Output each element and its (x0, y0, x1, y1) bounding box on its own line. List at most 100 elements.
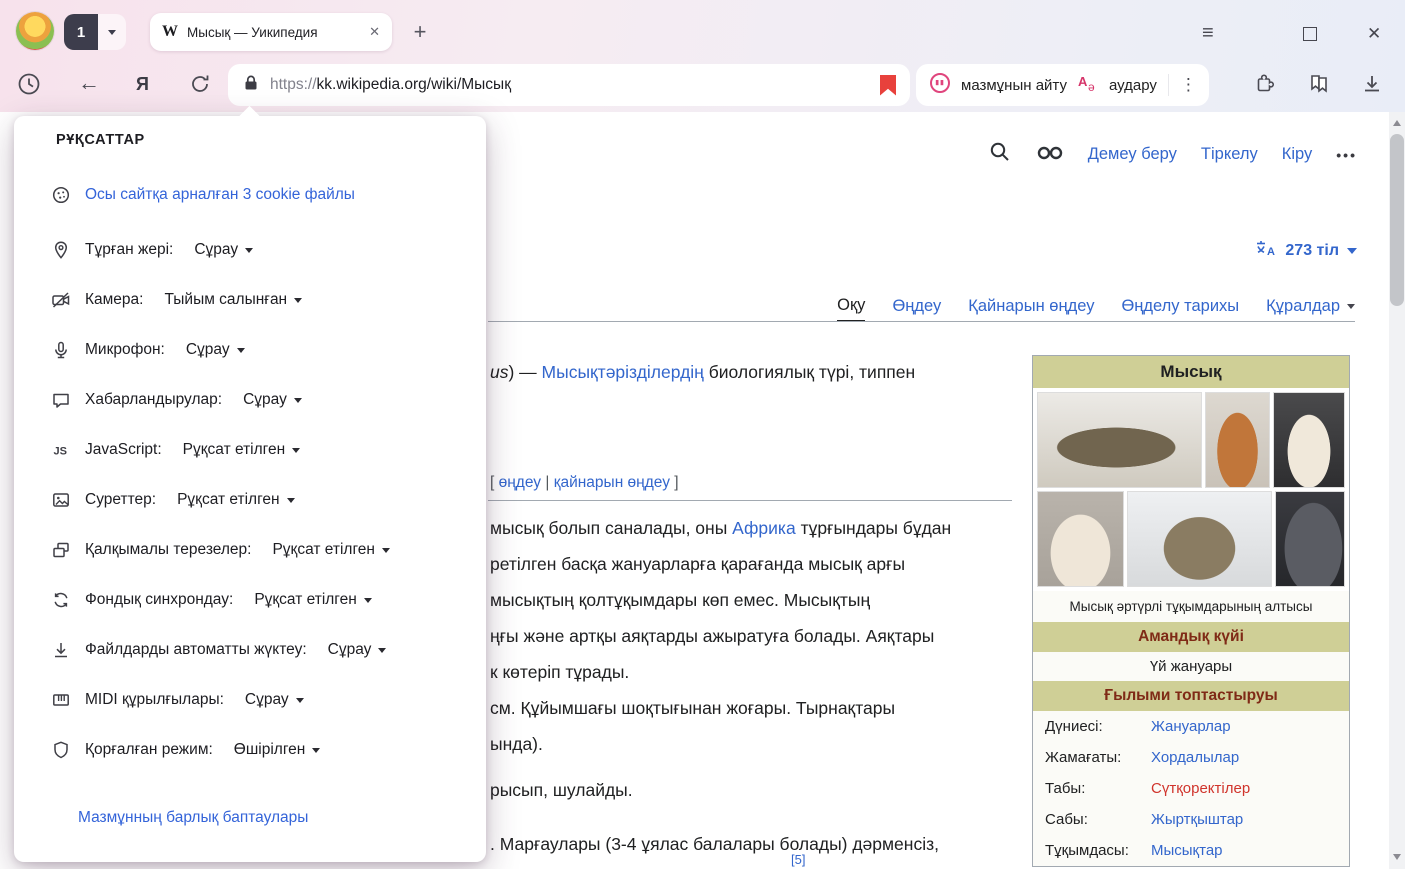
permission-row-camera: Камера: Тыйым салынған (50, 275, 466, 325)
felidae-link[interactable]: Мысықтәрізділердің (542, 362, 704, 382)
download-icon (1360, 72, 1384, 96)
divider (1168, 74, 1169, 96)
new-tab-button[interactable]: + (406, 18, 434, 46)
donate-link[interactable]: Демеу беру (1088, 145, 1177, 164)
permission-value: Сұрау (243, 391, 287, 409)
all-content-settings-link[interactable]: Мазмұнның барлық баптаулары (78, 809, 466, 827)
permission-value-dropdown[interactable]: Сұрау (186, 341, 245, 359)
tab-close-icon[interactable]: ✕ (369, 24, 380, 40)
yandex-home-button[interactable]: Я (136, 74, 149, 95)
permission-row-background-sync: Фондық синхрондау: Рұқсат етілген (50, 575, 466, 625)
permission-value-dropdown[interactable]: Сұрау (194, 241, 253, 259)
dropdown-caret-icon (237, 348, 245, 353)
taxonomy-label: Дүниесі: (1045, 718, 1151, 735)
login-link[interactable]: Кіру (1282, 145, 1313, 164)
permission-value-dropdown[interactable]: Тыйым салынған (164, 291, 302, 309)
permission-value: Сұрау (245, 691, 289, 709)
taxonomy-redlink[interactable]: Сүтқоректілер (1151, 780, 1250, 797)
extensions-button[interactable] (1252, 72, 1276, 101)
heading-underline (488, 500, 1012, 501)
tab-edit-source[interactable]: Қайнарын өңдеу (968, 290, 1094, 322)
user-menu-ellipsis[interactable]: ••• (1336, 147, 1357, 163)
lock-icon[interactable] (242, 74, 260, 97)
collections-icon (1307, 72, 1331, 96)
browser-tab[interactable]: W Мысық — Уикипедия ✕ (150, 13, 392, 51)
permission-value-dropdown[interactable]: Сұрау (328, 641, 387, 659)
shield-icon (50, 739, 72, 761)
reference-link[interactable]: [5] (791, 852, 805, 867)
cat-photo-tabby-standing[interactable] (1127, 491, 1272, 587)
scroll-up-arrow[interactable] (1393, 120, 1401, 126)
taxonomy-label: Табы: (1045, 780, 1151, 797)
register-link[interactable]: Тіркелу (1201, 145, 1258, 164)
scroll-down-arrow[interactable] (1393, 854, 1401, 860)
speak-content-button[interactable]: мазмұнын айту (961, 77, 1067, 94)
cat-photo-white-orange[interactable] (1273, 392, 1345, 488)
permission-value-dropdown[interactable]: Рұқсат етілген (254, 591, 372, 609)
tab-tools[interactable]: Құралдар (1266, 290, 1355, 322)
permission-value: Өшірілген (234, 741, 306, 759)
browser-menu-button[interactable]: ≡ (1202, 22, 1214, 45)
language-selector[interactable]: A 273 тіл (1255, 239, 1357, 262)
window-close-button[interactable]: ✕ (1367, 24, 1381, 44)
permission-label: Файлдарды автоматты жүктеу: (85, 641, 307, 659)
maximize-button[interactable] (1303, 27, 1317, 41)
permission-value-dropdown[interactable]: Рұқсат етілген (183, 441, 301, 459)
cat-photo-orange[interactable] (1205, 392, 1270, 488)
microphone-icon (50, 339, 72, 361)
taxonomy-link[interactable]: Хордалылар (1151, 749, 1239, 766)
permission-value-dropdown[interactable]: Рұқсат етілген (177, 491, 295, 509)
article-paragraph: рысып, шулайды. (490, 772, 633, 808)
profile-avatar[interactable] (16, 12, 54, 50)
text-line: к көтеріп тұрады. (490, 654, 951, 690)
language-count[interactable]: 273 тіл (1285, 242, 1339, 260)
translate-button[interactable]: аудару (1109, 77, 1157, 94)
permission-value-dropdown[interactable]: Өшірілген (234, 741, 321, 759)
more-options-button[interactable]: ⋮ (1180, 75, 1197, 95)
cat-photo-siamese[interactable] (1037, 491, 1124, 587)
speak-icon (928, 71, 952, 100)
dropdown-caret-icon (296, 698, 304, 703)
collections-button[interactable] (1307, 72, 1331, 101)
edit-source-link[interactable]: қайнарын өңдеу (554, 474, 670, 491)
cookies-link[interactable]: Осы сайтқа арналған 3 cookie файлы (85, 186, 355, 204)
bookmark-icon[interactable] (880, 75, 896, 96)
taxonomy-link[interactable]: Жыртқыштар (1151, 811, 1243, 828)
downloads-button[interactable] (1360, 72, 1384, 101)
cat-photo-gray[interactable] (1275, 491, 1345, 587)
location-pin-icon (50, 239, 72, 261)
cat-photo-tabby-lying[interactable] (1037, 392, 1202, 488)
permission-label: Қорғалған режим: (85, 741, 213, 759)
permission-value-dropdown[interactable]: Рұқсат етілген (272, 541, 390, 559)
appearance-glasses-icon[interactable] (1036, 142, 1064, 167)
tab-group-count[interactable]: 1 (64, 14, 98, 50)
url-text[interactable]: https://kk.wikipedia.org/wiki/Мысық (270, 76, 870, 94)
africa-link[interactable]: Африка (732, 518, 796, 538)
tab-edit[interactable]: Өңдеу (892, 290, 941, 322)
status-header: Амандық күйі (1033, 622, 1349, 652)
dropdown-caret-icon (364, 598, 372, 603)
tab-group[interactable]: 1 (64, 14, 126, 50)
edit-link[interactable]: өңдеу (499, 474, 541, 491)
permission-value-dropdown[interactable]: Сұрау (243, 391, 302, 409)
search-icon[interactable] (988, 140, 1012, 169)
back-button[interactable]: ← (78, 70, 100, 96)
translate-icon: Aә (1076, 71, 1100, 100)
tab-group-dropdown[interactable] (98, 14, 126, 50)
scrollbar-thumb[interactable] (1390, 134, 1404, 306)
taxonomy-link[interactable]: Мысықтар (1151, 842, 1223, 859)
svg-text:A: A (1267, 246, 1275, 257)
history-button[interactable] (16, 71, 42, 102)
wiki-header: Демеу беру Тіркелу Кіру ••• (988, 140, 1357, 169)
permission-value-dropdown[interactable]: Сұрау (245, 691, 304, 709)
text-line: ретілген басқа жануарларға қарағанда мыс… (490, 546, 951, 582)
toolbar-actions: мазмұнын айту Aә аудару ⋮ (916, 64, 1209, 106)
status-value: Үй жануары (1033, 652, 1349, 681)
tab-read[interactable]: Оқу (837, 290, 865, 322)
address-bar[interactable]: https://kk.wikipedia.org/wiki/Мысық (228, 64, 910, 106)
taxonomy-row: Табы:Сүтқоректілер (1033, 773, 1349, 804)
cookies-row[interactable]: Осы сайтқа арналған 3 cookie файлы (50, 170, 466, 220)
reload-button[interactable] (188, 72, 212, 101)
taxonomy-link[interactable]: Жануарлар (1151, 718, 1231, 735)
tab-history[interactable]: Өңделу тарихы (1121, 290, 1239, 322)
